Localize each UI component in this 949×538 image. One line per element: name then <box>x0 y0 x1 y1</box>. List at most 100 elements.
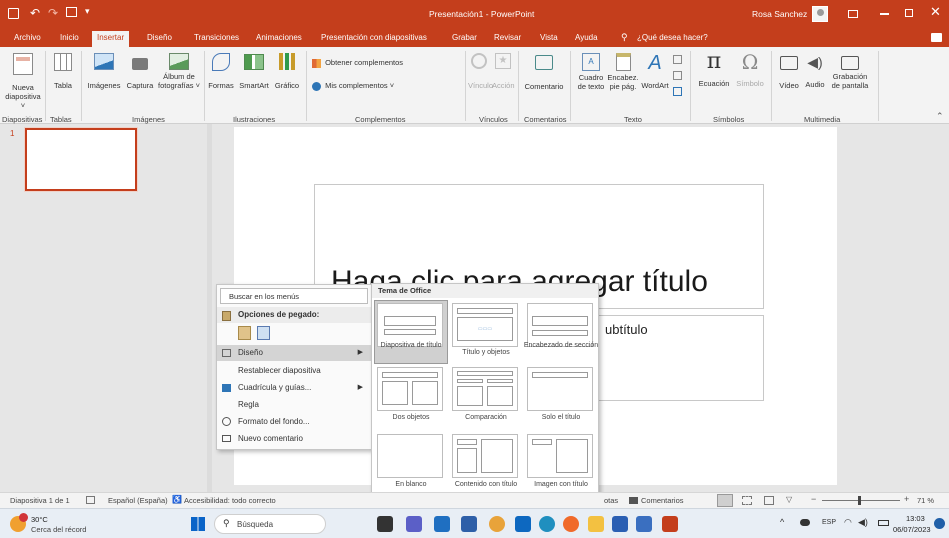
smartart-button[interactable]: SmartArt <box>237 53 271 90</box>
zoom-slider[interactable] <box>822 500 900 501</box>
collapse-ribbon-icon[interactable]: ⌃ <box>936 111 944 122</box>
wifi-icon[interactable]: ◠ <box>844 517 852 528</box>
menu-item-diseno[interactable]: Diseño ▶ <box>217 345 371 361</box>
slideshow-icon[interactable]: ▽ <box>786 495 792 504</box>
tab-vista[interactable]: Vista <box>540 33 558 42</box>
layout-option-blank[interactable] <box>377 434 443 478</box>
date-time-icon[interactable] <box>673 55 682 64</box>
language-status[interactable]: Español (España) <box>108 496 168 505</box>
layout-option-picture-caption[interactable] <box>527 434 593 478</box>
tab-revisar[interactable]: Revisar <box>494 33 521 42</box>
wordart-button[interactable]: A WordArt <box>640 53 670 90</box>
teams-icon[interactable] <box>406 516 422 532</box>
comment-button[interactable]: Comentario <box>522 53 566 91</box>
tab-presentacion[interactable]: Presentación con diapositivas <box>321 33 427 42</box>
photo-album-button[interactable]: Álbum de fotografías ˅ <box>156 53 202 90</box>
tab-archivo[interactable]: Archivo <box>14 33 41 42</box>
zoom-level[interactable]: 71 % <box>917 496 934 505</box>
minimize-icon[interactable] <box>880 13 889 15</box>
my-addins-button[interactable]: Mis complementos ˅ <box>312 81 394 91</box>
comments-button[interactable]: Comentarios <box>641 496 684 505</box>
slide-sorter-icon[interactable] <box>742 496 752 505</box>
shapes-button[interactable]: Formas <box>206 53 236 90</box>
reading-view-icon[interactable] <box>764 496 774 505</box>
user-name[interactable]: Rosa Sanchez <box>752 9 807 19</box>
close-icon[interactable]: ✕ <box>930 4 941 20</box>
zoom-in-button[interactable]: + <box>904 494 909 504</box>
images-button[interactable]: Imágenes <box>84 53 124 90</box>
menu-item-grid-guides[interactable]: Cuadrícula y guías... ▶ <box>217 380 371 396</box>
menu-search-input[interactable]: Buscar en los menús <box>220 288 368 304</box>
redo-icon[interactable]: ↷ <box>48 6 58 20</box>
textbox-button[interactable]: A Cuadro de texto <box>576 53 606 91</box>
paste-keep-formatting-icon[interactable] <box>238 326 251 340</box>
object-icon[interactable] <box>673 87 682 96</box>
widgets-icon[interactable] <box>434 516 450 532</box>
chart-button[interactable]: Gráfico <box>272 53 302 90</box>
undo-icon[interactable]: ↶ <box>30 6 40 20</box>
clock-date[interactable]: 06/07/2023 <box>893 525 931 534</box>
slide-thumbnail[interactable] <box>25 128 137 191</box>
outlook-icon[interactable] <box>515 516 531 532</box>
slide-number-icon[interactable] <box>673 71 682 80</box>
app-icon[interactable] <box>636 516 652 532</box>
firefox-icon[interactable] <box>563 516 579 532</box>
chrome-icon[interactable] <box>489 516 505 532</box>
new-slide-button[interactable]: Nueva diapositiva ˅ <box>4 53 42 110</box>
get-addins-button[interactable]: Obtener complementos <box>312 58 403 68</box>
layout-option-title-content[interactable]: ▭▭▭ <box>452 303 518 347</box>
onedrive-icon[interactable] <box>800 519 810 526</box>
word-icon[interactable] <box>612 516 628 532</box>
clock-time[interactable]: 13:03 <box>906 514 925 523</box>
volume-icon[interactable]: ◀) <box>858 517 868 528</box>
menu-item-format-background[interactable]: Formato del fondo... <box>217 414 371 430</box>
symbol-button[interactable]: Ω Símbolo <box>733 51 767 88</box>
zoom-slider-thumb[interactable] <box>858 496 861 505</box>
tab-animaciones[interactable]: Animaciones <box>256 33 302 42</box>
normal-view-icon[interactable] <box>717 494 733 507</box>
tab-transiciones[interactable]: Transiciones <box>194 33 239 42</box>
menu-item-ruler[interactable]: Regla <box>217 397 371 413</box>
video-button[interactable]: Vídeo <box>776 53 802 90</box>
layout-option-section-header[interactable] <box>527 303 593 347</box>
comments-pane-icon[interactable] <box>931 33 942 42</box>
tell-me-input[interactable]: ¿Qué desea hacer? <box>637 33 708 42</box>
maximize-icon[interactable] <box>905 9 913 17</box>
ribbon-display-icon[interactable] <box>848 10 858 18</box>
accessibility-status[interactable]: Accesibilidad: todo correcto <box>184 496 276 505</box>
tab-grabar[interactable]: Grabar <box>452 33 477 42</box>
accessibility-icon[interactable]: ♿ <box>172 495 182 504</box>
customize-qat-icon[interactable]: ▾ <box>85 6 90 17</box>
powerpoint-icon[interactable] <box>662 516 678 532</box>
screen-recording-button[interactable]: Grabación de pantalla <box>828 53 872 90</box>
zoom-out-button[interactable]: − <box>811 494 816 504</box>
save-icon[interactable] <box>8 8 19 19</box>
layout-option-comparison[interactable] <box>452 367 518 411</box>
notification-badge[interactable] <box>934 518 945 529</box>
present-icon[interactable] <box>66 7 77 17</box>
windows-start-icon[interactable] <box>191 517 205 531</box>
paste-picture-icon[interactable] <box>257 326 270 340</box>
edge-icon[interactable] <box>539 516 555 532</box>
tab-insertar[interactable]: Insertar <box>92 31 130 47</box>
layout-option-content-caption[interactable] <box>452 434 518 478</box>
layout-option-two-content[interactable] <box>377 367 443 411</box>
spellcheck-icon[interactable] <box>86 496 95 504</box>
tab-ayuda[interactable]: Ayuda <box>575 33 598 42</box>
show-hidden-icons[interactable]: ^ <box>780 517 784 527</box>
screenshot-button[interactable]: Captura <box>123 53 157 90</box>
taskbar-search-box[interactable]: ⚲ Búsqueda <box>214 514 326 534</box>
tab-diseno[interactable]: Diseño <box>147 33 172 42</box>
avatar[interactable] <box>812 6 828 22</box>
tab-inicio[interactable]: Inicio <box>60 33 79 42</box>
menu-item-reset-slide[interactable]: Restablecer diapositiva <box>217 363 371 379</box>
task-view-icon[interactable] <box>377 516 393 532</box>
language-indicator[interactable]: ESP <box>822 519 836 526</box>
header-footer-button[interactable]: Encabez. pie pág. <box>607 53 639 91</box>
audio-button[interactable]: ◀) Audio <box>802 53 828 89</box>
table-button[interactable]: Tabla <box>49 53 77 90</box>
store-taskbar-icon[interactable] <box>461 516 477 532</box>
equation-button[interactable]: π Ecuación <box>694 51 734 89</box>
layout-option-title-only[interactable] <box>527 367 593 411</box>
file-explorer-icon[interactable] <box>588 516 604 532</box>
